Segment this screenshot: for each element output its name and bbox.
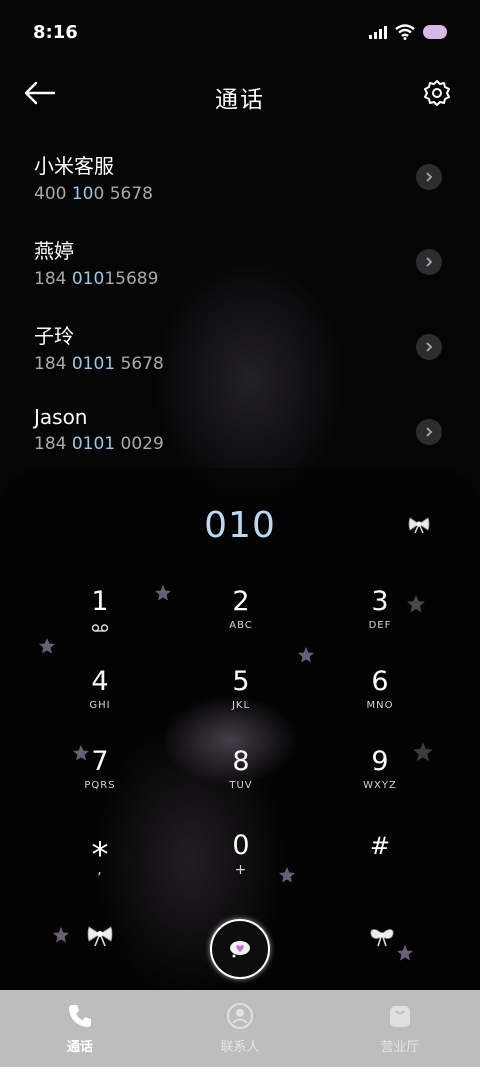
dial-key-4[interactable]: 4 GHI: [45, 666, 155, 736]
status-time: 8:16: [33, 22, 78, 43]
chevron-right-icon[interactable]: [416, 334, 442, 360]
dial-key-5[interactable]: 5 JKL: [186, 666, 296, 736]
contact-number: 184 0101 0029: [34, 434, 164, 454]
list-item[interactable]: 小米客服 400 100 5678: [0, 140, 480, 225]
contact-name: 燕婷: [34, 239, 74, 263]
tab-store[interactable]: 营业厅: [320, 990, 480, 1067]
wifi-icon: [395, 24, 415, 40]
dial-key-8[interactable]: 8 TUV: [186, 746, 296, 816]
star-decoration-icon: [53, 927, 69, 943]
tab-store-label: 营业厅: [380, 1040, 420, 1055]
contact-number: 184 0101 5678: [34, 354, 164, 374]
contact-name: Jason: [34, 405, 88, 429]
tab-calls[interactable]: 通话: [0, 990, 160, 1067]
contact-suggestion-list: 小米客服 400 100 5678 燕婷 184 01015689 子玲 184…: [0, 140, 480, 480]
bow-menu-icon[interactable]: [87, 925, 113, 947]
star-decoration-icon: [413, 742, 433, 762]
list-item[interactable]: 燕婷 184 01015689: [0, 225, 480, 310]
battery-icon: [423, 25, 447, 39]
contact-number: 400 100 5678: [34, 184, 153, 204]
tab-contacts-label: 联系人: [220, 1040, 260, 1055]
star-decoration-icon: [397, 945, 413, 961]
tab-contacts[interactable]: 联系人: [160, 990, 320, 1067]
dial-key-hash[interactable]: #: [325, 830, 435, 900]
star-decoration-icon: [155, 585, 171, 601]
contact-number: 184 01015689: [34, 269, 159, 289]
chevron-right-icon[interactable]: [416, 419, 442, 445]
star-decoration-icon: [279, 867, 295, 883]
status-bar: 8:16: [0, 0, 480, 66]
voicemail-icon: [91, 624, 109, 632]
dial-key-7[interactable]: 7 PQRS: [45, 746, 155, 816]
star-decoration-icon: [298, 647, 314, 663]
person-icon: [227, 1003, 253, 1029]
bottom-navigation: 通话 联系人 营业厅: [0, 990, 480, 1067]
app-header: 通话: [0, 66, 480, 124]
page-title: 通话: [215, 87, 265, 113]
bow-delete-icon[interactable]: [408, 516, 430, 534]
dial-key-2[interactable]: 2 ABC: [186, 586, 296, 656]
star-decoration-icon: [73, 745, 89, 761]
star-decoration-icon: [39, 638, 55, 654]
dial-key-1[interactable]: 1: [45, 586, 155, 656]
shopping-bag-icon: [390, 1006, 410, 1027]
gear-icon[interactable]: [422, 78, 452, 108]
star-decoration-icon: [407, 595, 425, 613]
bow-heart-icon[interactable]: [368, 924, 396, 948]
dial-key-0[interactable]: 0 +: [186, 830, 296, 900]
heart-bubble-icon: [230, 941, 250, 958]
call-button[interactable]: [210, 919, 270, 979]
contact-name: 小米客服: [34, 154, 114, 178]
contact-name: 子玲: [34, 324, 74, 348]
phone-icon: [69, 1005, 91, 1027]
chevron-right-icon[interactable]: [416, 164, 442, 190]
signal-icon: [369, 25, 387, 39]
list-item[interactable]: 子玲 184 0101 5678: [0, 310, 480, 395]
tab-calls-label: 通话: [66, 1040, 93, 1055]
dial-key-6[interactable]: 6 MNO: [325, 666, 435, 736]
chevron-right-icon[interactable]: [416, 249, 442, 275]
dial-key-star[interactable]: *,: [45, 838, 155, 908]
